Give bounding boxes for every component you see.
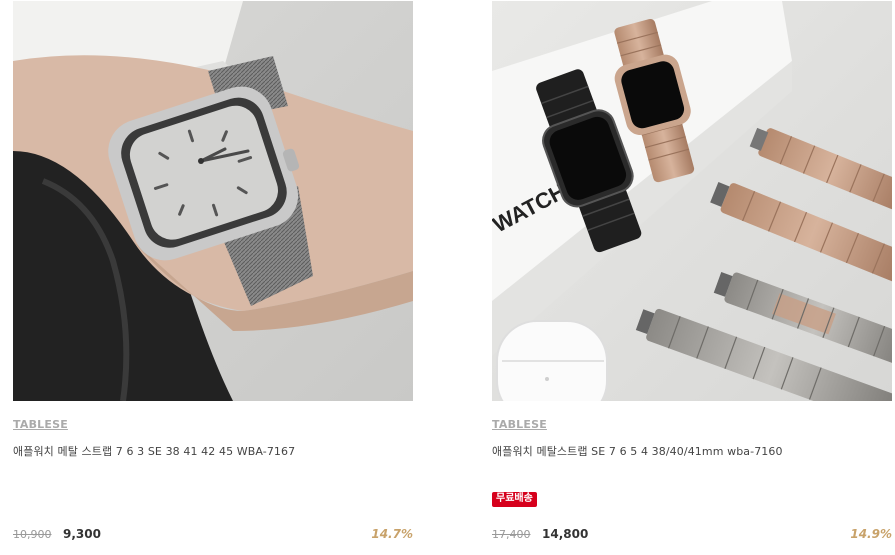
sale-price: 9,300 bbox=[63, 527, 101, 541]
product-image[interactable] bbox=[13, 1, 413, 401]
price-row: 10,900 9,300 14.7% bbox=[13, 527, 413, 543]
product-name[interactable]: 애플워치 메탈 스트랩 7 6 3 SE 38 41 42 45 WBA-716… bbox=[13, 443, 295, 459]
price-row: 17,400 14,800 14.9% bbox=[492, 527, 892, 543]
discount-rate: 14.7% bbox=[371, 527, 413, 541]
original-price: 10,900 bbox=[13, 528, 52, 541]
brand-link[interactable]: TABLESE bbox=[492, 418, 547, 431]
product-image[interactable]: WATCH bbox=[492, 1, 892, 401]
free-shipping-badge: 무료배송 bbox=[492, 492, 537, 507]
sale-price: 14,800 bbox=[542, 527, 589, 541]
brand-link[interactable]: TABLESE bbox=[13, 418, 68, 431]
product-name[interactable]: 애플워치 메탈스트랩 SE 7 6 5 4 38/40/41mm wba-716… bbox=[492, 443, 783, 459]
discount-rate: 14.9% bbox=[850, 527, 892, 541]
product-card[interactable]: WATCH TABLESE 애플워치 메탈스트랩 SE 7 6 5 4 38/4… bbox=[492, 0, 892, 555]
product-card[interactable]: TABLESE 애플워치 메탈 스트랩 7 6 3 SE 38 41 42 45… bbox=[13, 0, 413, 555]
original-price: 17,400 bbox=[492, 528, 531, 541]
